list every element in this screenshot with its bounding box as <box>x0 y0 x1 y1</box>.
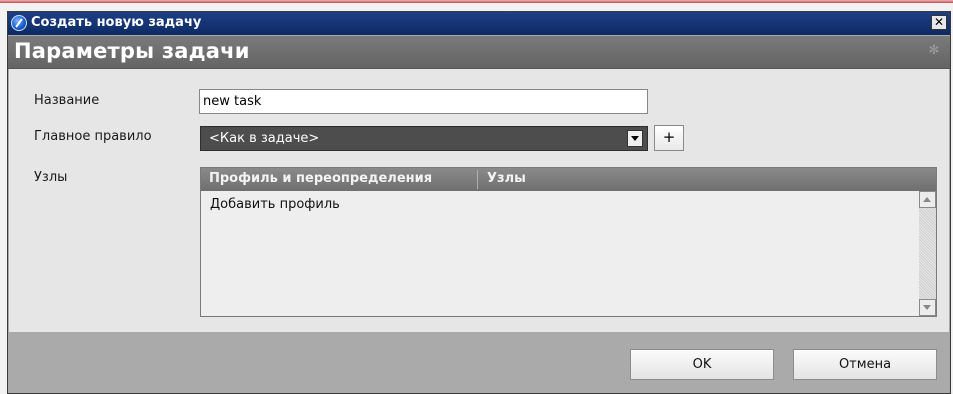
name-input[interactable] <box>199 89 648 114</box>
title-bar[interactable]: Создать новую задачу ✕ <box>8 12 950 35</box>
create-task-dialog: Создать новую задачу ✕ Параметры задачи … <box>7 11 951 394</box>
section-header: Параметры задачи ✻ <box>8 36 950 69</box>
dialog-footer: OK Отмена <box>9 333 949 392</box>
profiles-grid: Профиль и переопределения Узлы Добавить … <box>200 167 937 317</box>
vertical-scrollbar[interactable] <box>919 191 936 316</box>
section-title: Параметры задачи <box>14 39 250 63</box>
nodes-label: Узлы <box>34 170 68 185</box>
task-parameters-form: Название Главное правило <Как в задаче> … <box>9 69 949 332</box>
name-label: Название <box>34 93 100 108</box>
main-rule-select[interactable]: <Как в задаче> <box>200 126 648 151</box>
scroll-up-icon[interactable] <box>919 191 936 208</box>
app-logo-icon <box>11 15 27 31</box>
close-button[interactable]: ✕ <box>931 15 947 30</box>
top-accent-line <box>0 0 953 3</box>
ok-button[interactable]: OK <box>630 349 774 380</box>
main-rule-label: Главное правило <box>34 129 152 144</box>
column-header-profile[interactable]: Профиль и переопределения <box>209 171 432 186</box>
grid-body: Добавить профиль <box>201 191 919 316</box>
column-header-nodes[interactable]: Узлы <box>487 171 526 186</box>
gear-icon[interactable]: ✻ <box>928 44 940 57</box>
add-rule-button[interactable]: + <box>654 125 684 151</box>
add-profile-link[interactable]: Добавить профиль <box>210 197 340 212</box>
dropdown-arrow-icon[interactable] <box>627 130 643 147</box>
column-divider[interactable] <box>477 170 478 189</box>
main-rule-value: <Как в задаче> <box>209 131 320 146</box>
window-title: Создать новую задачу <box>31 15 202 30</box>
cancel-button[interactable]: Отмена <box>793 349 937 380</box>
grid-header: Профиль и переопределения Узлы <box>201 168 936 191</box>
scroll-down-icon[interactable] <box>919 299 936 316</box>
